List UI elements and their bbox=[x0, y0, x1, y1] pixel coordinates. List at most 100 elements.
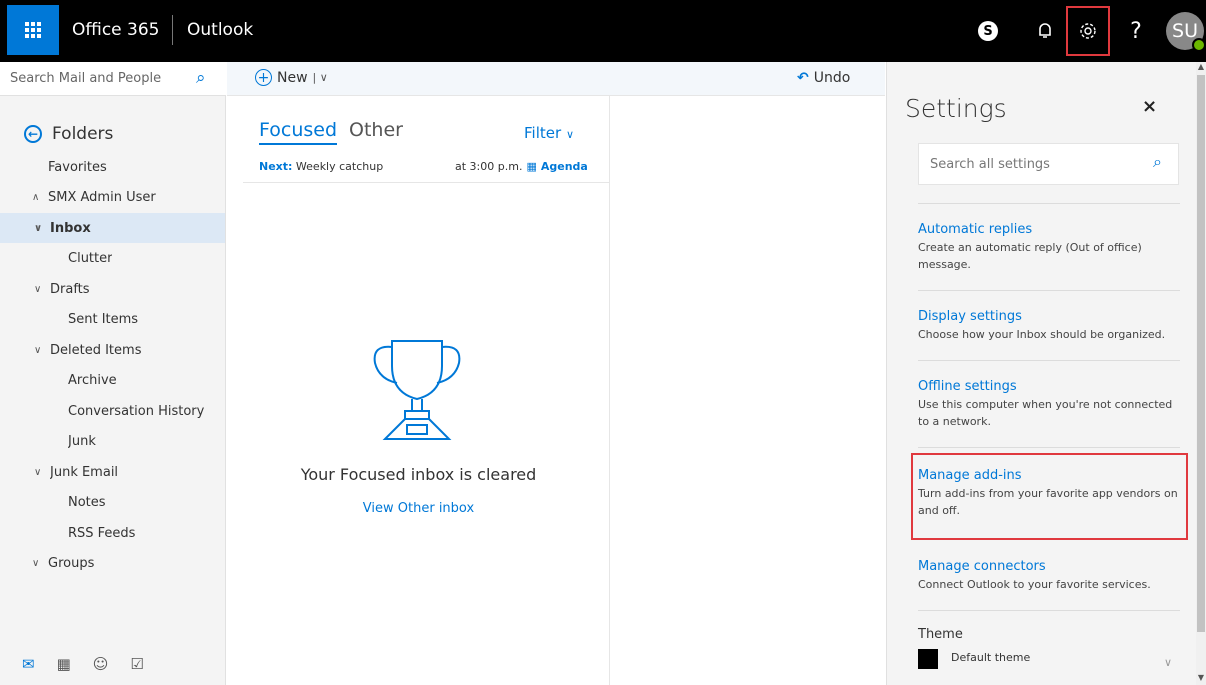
agenda-label: Agenda bbox=[540, 160, 588, 173]
chevron-down-icon[interactable]: ∨ bbox=[34, 223, 50, 234]
option-title: Offline settings bbox=[918, 379, 1017, 394]
manage-add-ins-option[interactable]: Manage add-ins Turn add-ins from your fa… bbox=[918, 467, 1180, 519]
chevron-down-icon[interactable]: ▼ bbox=[1196, 673, 1206, 682]
scrollbar-thumb[interactable] bbox=[1197, 75, 1205, 632]
search-icon[interactable]: ⌕ bbox=[1153, 152, 1162, 172]
new-message-button[interactable]: + New | ∨ bbox=[255, 69, 328, 86]
settings-title: Settings bbox=[905, 94, 1007, 123]
undo-icon: ↶ bbox=[797, 70, 809, 86]
message-list: Focused Other Filter ∨ Next: Weekly catc… bbox=[227, 96, 610, 685]
plus-icon: + bbox=[255, 69, 272, 86]
folder-label: Deleted Items bbox=[50, 342, 142, 358]
gear-icon bbox=[1080, 23, 1096, 39]
chevron-up-icon[interactable]: ∧ bbox=[32, 192, 48, 203]
folder-label: Junk bbox=[68, 434, 96, 449]
option-desc: Choose how your Inbox should be organize… bbox=[918, 328, 1166, 341]
skype-button[interactable]: S bbox=[970, 12, 1006, 50]
folders-heading[interactable]: ← Folders bbox=[24, 124, 113, 144]
divider bbox=[918, 610, 1180, 611]
reading-pane bbox=[611, 96, 885, 685]
chevron-down-icon[interactable]: ∨ bbox=[34, 345, 50, 356]
chevron-down-icon[interactable]: | ∨ bbox=[313, 71, 328, 84]
help-button[interactable]: ? bbox=[1120, 12, 1152, 50]
next-event-title: Weekly catchup bbox=[295, 160, 384, 173]
undo-button[interactable]: ↶ Undo bbox=[797, 70, 850, 86]
tab-other[interactable]: Other bbox=[349, 119, 403, 141]
folder-item[interactable]: Clutter bbox=[0, 244, 225, 274]
brand-divider bbox=[172, 15, 173, 45]
chevron-down-icon[interactable]: ∨ bbox=[34, 284, 50, 295]
folder-item[interactable]: ∨ Groups bbox=[0, 549, 225, 579]
folder-item[interactable]: ∧ SMX Admin User bbox=[0, 183, 225, 213]
mail-icon[interactable]: ✉ bbox=[22, 655, 35, 673]
command-bar: + New | ∨ ↶ Undo bbox=[227, 62, 885, 96]
theme-select[interactable]: Default theme bbox=[951, 651, 1030, 664]
undo-label: Undo bbox=[813, 70, 851, 86]
tab-focused[interactable]: Focused bbox=[259, 119, 338, 145]
inbox-tabs: Focused Other bbox=[259, 119, 403, 145]
manage-connectors-option[interactable]: Manage connectors Connect Outlook to you… bbox=[918, 558, 1180, 593]
folder-item[interactable]: Junk bbox=[0, 427, 225, 457]
folder-label: Archive bbox=[68, 373, 117, 388]
settings-search-input[interactable]: Search all settings ⌕ bbox=[918, 143, 1179, 185]
folder-item[interactable]: ∨ Inbox bbox=[0, 213, 225, 243]
divider bbox=[918, 203, 1180, 204]
people-icon[interactable]: ☺ bbox=[93, 655, 109, 673]
folder-item[interactable]: ∨ Junk Email bbox=[0, 457, 225, 487]
folder-label: Favorites bbox=[48, 159, 107, 175]
next-label: Next: bbox=[259, 160, 293, 173]
close-icon[interactable]: × bbox=[1142, 96, 1157, 117]
new-label: New bbox=[277, 69, 308, 86]
settings-panel: Settings × Search all settings ⌕ Automat… bbox=[886, 62, 1206, 685]
search-mail-input[interactable]: Search Mail and People ⌕ bbox=[0, 62, 226, 96]
skype-icon: S bbox=[978, 21, 998, 41]
calendar-icon[interactable]: ▦ bbox=[57, 655, 71, 673]
filter-button[interactable]: Filter ∨ bbox=[524, 124, 574, 142]
search-icon[interactable]: ⌕ bbox=[196, 68, 206, 88]
empty-inbox-message: Your Focused inbox is cleared bbox=[300, 465, 537, 484]
folder-item[interactable]: Sent Items bbox=[0, 305, 225, 335]
folder-item[interactable]: Archive bbox=[0, 366, 225, 396]
folder-item[interactable]: RSS Feeds bbox=[0, 518, 225, 548]
view-other-inbox-link[interactable]: View Other inbox bbox=[227, 501, 610, 516]
notifications-button[interactable] bbox=[1028, 12, 1062, 50]
next-event[interactable]: Next: Weekly catchup bbox=[259, 160, 383, 173]
folder-label: Junk Email bbox=[50, 464, 119, 480]
folder-label: Inbox bbox=[50, 220, 91, 236]
tasks-icon[interactable]: ☑ bbox=[130, 655, 143, 673]
presence-available-icon bbox=[1192, 38, 1206, 52]
option-desc: Turn add-ins from your favorite app vend… bbox=[918, 487, 1178, 517]
chevron-down-icon[interactable]: ∨ bbox=[32, 558, 48, 569]
option-title: Display settings bbox=[918, 309, 1022, 324]
brand-link[interactable]: Office 365 bbox=[72, 20, 159, 40]
folder-label: Groups bbox=[48, 556, 95, 571]
folder-item[interactable]: Favorites bbox=[0, 152, 225, 182]
agenda-link[interactable]: at 3:00 p.m. ▦ Agenda bbox=[455, 160, 588, 173]
folder-item[interactable]: Notes bbox=[0, 488, 225, 518]
option-desc: Connect Outlook to your favorite service… bbox=[918, 578, 1151, 591]
chevron-down-icon[interactable]: ∨ bbox=[34, 467, 50, 478]
top-bar: Office 365 Outlook S ? SU bbox=[0, 0, 1206, 62]
settings-gear-button[interactable] bbox=[1066, 6, 1110, 56]
chevron-down-icon[interactable]: ∨ bbox=[1164, 656, 1172, 669]
folder-item[interactable]: Conversation History bbox=[0, 396, 225, 426]
folder-item[interactable]: ∨ Deleted Items bbox=[0, 335, 225, 365]
chevron-down-icon: ∨ bbox=[565, 128, 574, 141]
theme-swatch[interactable] bbox=[918, 649, 938, 669]
bell-icon bbox=[1039, 23, 1051, 38]
divider bbox=[918, 360, 1180, 361]
option-desc: Use this computer when you're not connec… bbox=[918, 398, 1173, 428]
back-arrow-icon: ← bbox=[24, 125, 42, 143]
display-settings-option[interactable]: Display settings Choose how your Inbox s… bbox=[918, 308, 1180, 343]
settings-search-placeholder: Search all settings bbox=[930, 157, 1050, 172]
folder-item[interactable]: ∨ Drafts bbox=[0, 274, 225, 304]
app-launcher-button[interactable] bbox=[7, 5, 59, 55]
divider bbox=[243, 182, 610, 183]
trophy-icon bbox=[373, 340, 461, 440]
folder-label: RSS Feeds bbox=[68, 525, 136, 541]
app-name-link[interactable]: Outlook bbox=[187, 20, 253, 40]
divider bbox=[918, 290, 1180, 291]
chevron-up-icon[interactable]: ▲ bbox=[1196, 62, 1206, 71]
automatic-replies-option[interactable]: Automatic replies Create an automatic re… bbox=[918, 221, 1180, 273]
offline-settings-option[interactable]: Offline settings Use this computer when … bbox=[918, 378, 1180, 430]
